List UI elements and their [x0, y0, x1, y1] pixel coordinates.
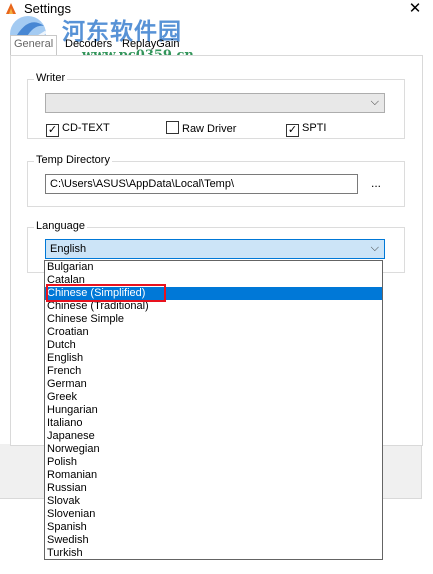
cd-text-checkbox[interactable]: ✓ CD-TEXT: [46, 121, 110, 137]
language-option[interactable]: Swedish: [45, 534, 382, 547]
language-option[interactable]: Romanian: [45, 469, 382, 482]
language-option[interactable]: Hungarian: [45, 404, 382, 417]
temp-directory-group-label: Temp Directory: [34, 154, 112, 166]
language-option[interactable]: Chinese Simple: [45, 313, 382, 326]
empty-checkbox-icon: [166, 121, 179, 134]
language-option[interactable]: Turkish: [45, 547, 382, 559]
language-option[interactable]: Slovak: [45, 495, 382, 508]
browse-button[interactable]: ...: [371, 176, 381, 190]
language-option[interactable]: Norwegian: [45, 443, 382, 456]
temp-directory-input[interactable]: C:\Users\ASUS\AppData\Local\Temp\: [45, 174, 358, 194]
language-dropdown[interactable]: English ⌵: [45, 239, 385, 259]
writer-dropdown[interactable]: ⌵: [45, 93, 385, 113]
language-option[interactable]: English: [45, 352, 382, 365]
raw-driver-label: Raw Driver: [182, 123, 237, 135]
language-option[interactable]: Croatian: [45, 326, 382, 339]
writer-group: Writer ⌵ ✓ CD-TEXT Raw Driver ✓ SPTI: [27, 72, 405, 139]
chevron-down-icon: ⌵: [370, 242, 379, 254]
language-option[interactable]: Spanish: [45, 521, 382, 534]
language-dropdown-list: Bulgarian Catalan Chinese (Simplified) C…: [44, 260, 383, 560]
language-option[interactable]: Bulgarian: [45, 261, 382, 274]
language-option[interactable]: Italiano: [45, 417, 382, 430]
language-selected-value: English: [50, 243, 87, 255]
language-option[interactable]: Japanese: [45, 430, 382, 443]
tab-general[interactable]: General: [10, 35, 58, 56]
close-button[interactable]: ✕: [403, 0, 427, 20]
language-option[interactable]: Greek: [45, 391, 382, 404]
chevron-down-icon: ⌵: [370, 96, 379, 108]
tab-decoders[interactable]: Decoders: [62, 36, 115, 54]
checkmark-icon: ✓: [286, 124, 299, 137]
annotation-highlight-box: [46, 284, 166, 302]
writer-group-label: Writer: [34, 72, 68, 84]
spti-label: SPTI: [302, 122, 327, 134]
language-option[interactable]: Dutch: [45, 339, 382, 352]
checkmark-icon: ✓: [46, 124, 59, 137]
language-option[interactable]: Polish: [45, 456, 382, 469]
language-option[interactable]: French: [45, 365, 382, 378]
language-option[interactable]: German: [45, 378, 382, 391]
language-option[interactable]: Slovenian: [45, 508, 382, 521]
language-option[interactable]: Russian: [45, 482, 382, 495]
tab-replaygain[interactable]: ReplayGain: [119, 36, 182, 54]
raw-driver-checkbox[interactable]: Raw Driver: [166, 121, 236, 135]
cd-text-label: CD-TEXT: [62, 122, 110, 134]
settings-window: Settings ✕ 河东软件园 www.pc0359.cn General D…: [0, 0, 433, 574]
temp-directory-group: Temp Directory C:\Users\ASUS\AppData\Loc…: [27, 154, 405, 207]
language-group-label: Language: [34, 220, 87, 232]
spti-checkbox[interactable]: ✓ SPTI: [286, 121, 327, 137]
